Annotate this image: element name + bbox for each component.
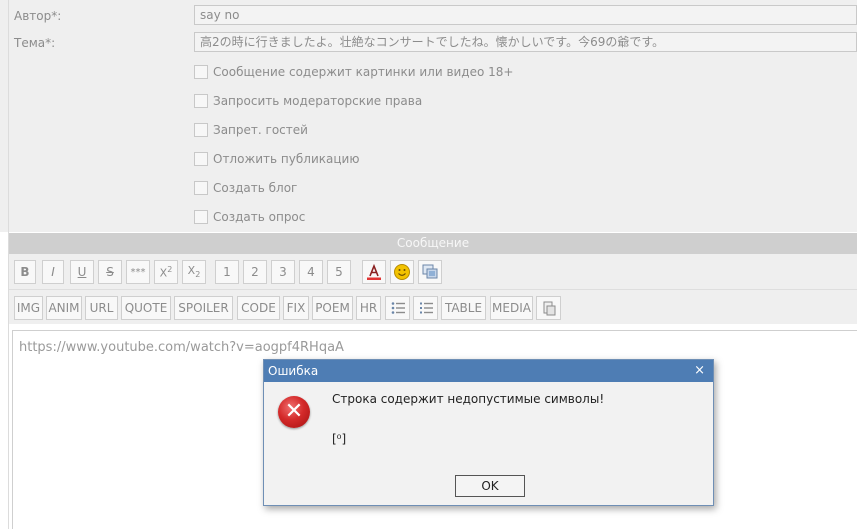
error-dialog: Ошибка × ✕ Строка содержит недопустимые …: [263, 359, 714, 506]
post-form: Автор*: say no Тема*: 高2の時に行きましたよ。壮絶なコンサ…: [0, 0, 857, 232]
author-label: Автор*:: [14, 9, 62, 23]
error-icon: ✕: [278, 396, 310, 428]
heading-2-button[interactable]: 2: [243, 260, 267, 284]
checkbox-create-blog[interactable]: Создать блог: [194, 181, 297, 195]
superscript-icon: X2: [159, 264, 173, 280]
toolbar-divider: [9, 289, 857, 290]
italic-button[interactable]: I: [42, 260, 64, 284]
checkbox-label: Запрет. гостей: [213, 123, 308, 137]
mobile-icon: [543, 301, 555, 316]
close-icon[interactable]: ×: [694, 360, 705, 382]
heading-4-button[interactable]: 4: [299, 260, 323, 284]
bullet-list-button[interactable]: [385, 296, 410, 320]
checkbox-label: Создать опрос: [213, 210, 306, 224]
author-field[interactable]: say no: [194, 5, 857, 25]
superscript-button[interactable]: X2: [154, 260, 178, 284]
dialog-title-bar: Ошибка ×: [264, 360, 713, 382]
error-detail: [⁰]: [332, 432, 347, 446]
checkbox-label: Запросить модераторские права: [213, 94, 423, 108]
message-section-header: Сообщение: [9, 233, 857, 254]
checkbox-box[interactable]: [194, 94, 208, 108]
text-color-button[interactable]: [362, 260, 386, 284]
smiley-icon: [394, 264, 410, 280]
dialog-title: Ошибка: [268, 364, 319, 378]
mobile-button[interactable]: [536, 296, 561, 320]
checkbox-label: Отложить публикацию: [213, 152, 360, 166]
underline-button[interactable]: U: [70, 260, 94, 284]
numbered-list-icon: [419, 302, 433, 314]
checkbox-box[interactable]: [194, 181, 208, 195]
strikethrough-button[interactable]: S: [98, 260, 122, 284]
heading-5-button[interactable]: 5: [327, 260, 351, 284]
hidden-text-button[interactable]: ***: [126, 260, 150, 284]
checkbox-label: Сообщение содержит картинки или видео 18…: [213, 65, 514, 79]
checkbox-adult-content[interactable]: Сообщение содержит картинки или видео 18…: [194, 65, 513, 79]
fix-button[interactable]: FIX: [283, 296, 309, 320]
subject-label: Тема*:: [14, 36, 56, 50]
code-button[interactable]: CODE: [237, 296, 280, 320]
heading-1-button[interactable]: 1: [215, 260, 239, 284]
heading-3-button[interactable]: 3: [271, 260, 295, 284]
checkbox-label: Создать блог: [213, 181, 298, 195]
hr-button[interactable]: HR: [356, 296, 381, 320]
img-button[interactable]: IMG: [14, 296, 43, 320]
text-color-icon: [367, 263, 381, 280]
quote-button[interactable]: QUOTE: [121, 296, 171, 320]
error-message: Строка содержит недопустимые символы!: [332, 392, 605, 406]
smiley-button[interactable]: [390, 260, 414, 284]
subscript-icon: X2: [187, 264, 201, 280]
checkbox-box[interactable]: [194, 152, 208, 166]
subject-field[interactable]: 高2の時に行きましたよ。壮絶なコンサートでしたね。懐かしいです。今69の爺です。: [194, 32, 857, 52]
subscript-button[interactable]: X2: [182, 260, 206, 284]
spoiler-button[interactable]: SPOILER: [174, 296, 233, 320]
checkbox-box[interactable]: [194, 210, 208, 224]
gallery-button[interactable]: [418, 260, 442, 284]
checkbox-ban-guests[interactable]: Запрет. гостей: [194, 123, 308, 137]
checkbox-box[interactable]: [194, 123, 208, 137]
media-button[interactable]: MEDIA: [490, 296, 533, 320]
checkbox-delay-publication[interactable]: Отложить публикацию: [194, 152, 359, 166]
anim-button[interactable]: ANIM: [46, 296, 82, 320]
gallery-icon: [422, 264, 438, 279]
poem-button[interactable]: POEM: [312, 296, 353, 320]
bold-button[interactable]: B: [14, 260, 36, 284]
ok-button[interactable]: OK: [455, 475, 525, 497]
numbered-list-button[interactable]: [413, 296, 438, 320]
bullet-list-icon: [391, 302, 405, 314]
table-button[interactable]: TABLE: [441, 296, 486, 320]
checkbox-create-poll[interactable]: Создать опрос: [194, 210, 305, 224]
url-button[interactable]: URL: [85, 296, 118, 320]
checkbox-box[interactable]: [194, 65, 208, 79]
checkbox-moderator-rights[interactable]: Запросить модераторские права: [194, 94, 422, 108]
